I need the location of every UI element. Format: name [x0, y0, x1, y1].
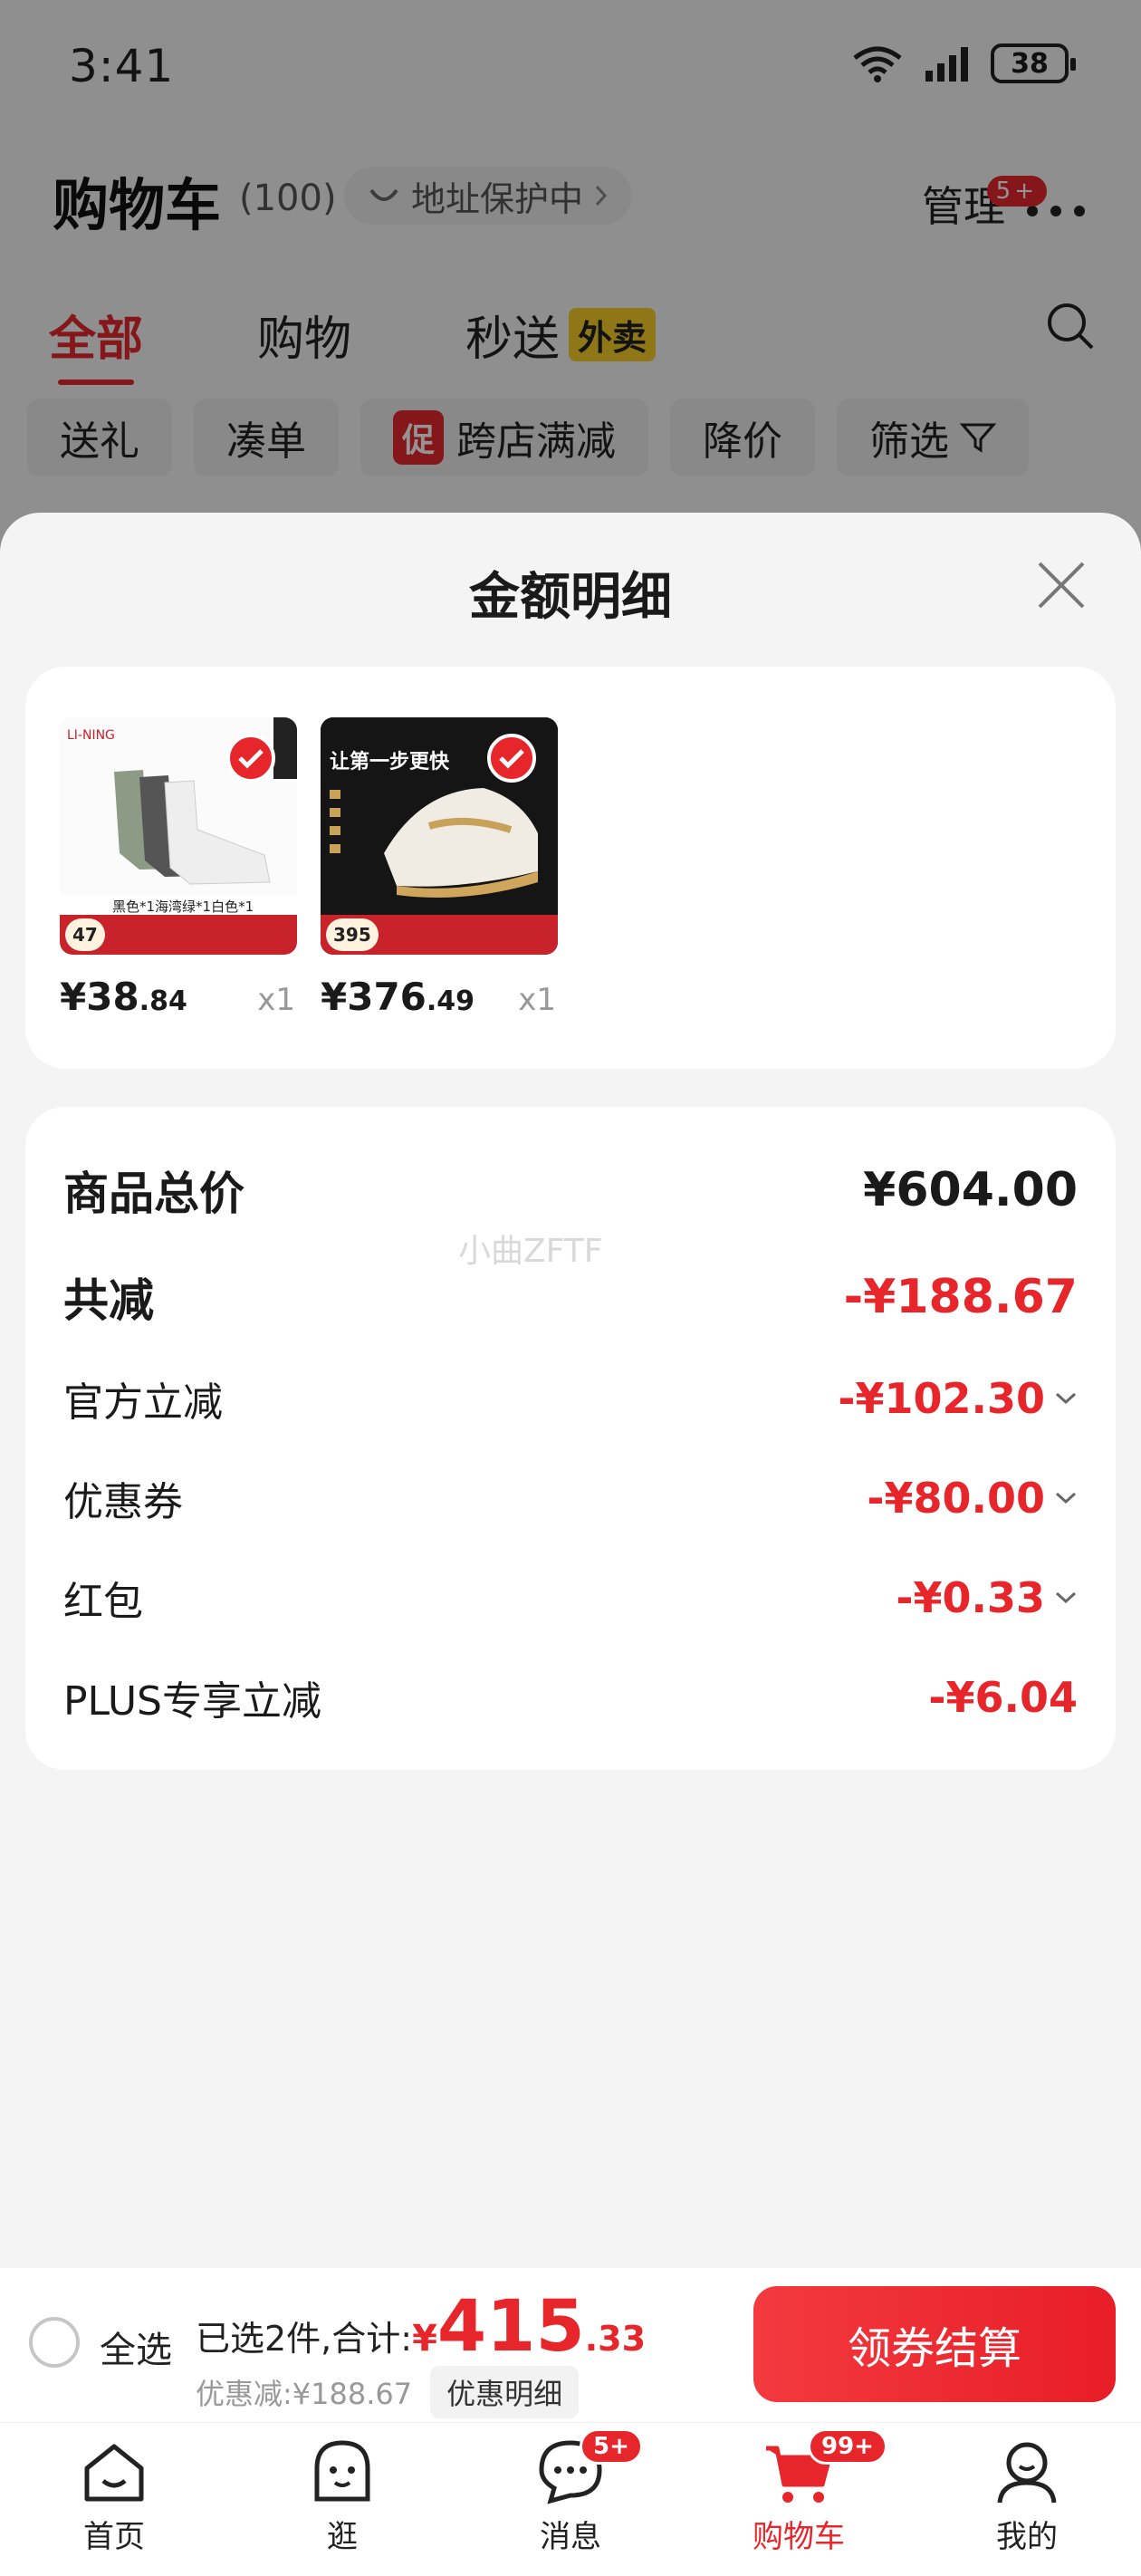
- product-price-row: ¥38.84 x1: [60, 975, 297, 1019]
- thumbnail-price: 47: [65, 918, 105, 951]
- nav-profile-label: 我的: [996, 2519, 1058, 2555]
- messages-badge: 5+: [580, 2428, 643, 2465]
- coupon-label: 优惠券: [63, 1479, 183, 1525]
- home-icon: [78, 2436, 150, 2508]
- total-amount: ¥415.33: [412, 2286, 646, 2368]
- product-thumbnail-socks: LI-NING 黑色*1海湾绿*1白色*1 47: [60, 717, 297, 955]
- total-decimal: .33: [584, 2319, 647, 2359]
- nav-cart[interactable]: 99+ 购物车: [717, 2428, 887, 2556]
- close-button[interactable]: [1034, 558, 1088, 612]
- official-discount-value: -¥102.30: [838, 1374, 1078, 1423]
- discount-detail-button[interactable]: 优惠明细: [430, 2366, 580, 2418]
- chevron-down-icon: [1055, 1591, 1077, 1604]
- total-discount-value: -¥188.67: [843, 1270, 1078, 1324]
- nav-home-label: 首页: [83, 2519, 145, 2555]
- nav-messages-label: 消息: [540, 2519, 601, 2555]
- chevron-down-icon: [1055, 1392, 1077, 1405]
- svg-text:黑色*1海湾绿*1白色*1: 黑色*1海湾绿*1白色*1: [112, 899, 254, 915]
- product-quantity: x1: [257, 982, 295, 1018]
- product-item[interactable]: LI-NING 黑色*1海湾绿*1白色*1 47 ¥38.84 x1: [60, 717, 297, 1019]
- cart-page-background: 3:41 38 购物车 (100) 地址保护中 管理 5+ 全部 购物 秒送 外…: [0, 0, 1141, 562]
- product-item[interactable]: 让第一步更快 395 ¥376.49 x1: [321, 717, 558, 1019]
- red-packet-label: 红包: [63, 1579, 143, 1625]
- check-icon: [238, 749, 264, 769]
- svg-text:让第一步更快: 让第一步更快: [330, 750, 450, 774]
- product-price: ¥38.84: [60, 975, 187, 1019]
- close-icon: [1038, 562, 1085, 609]
- nav-browse-label: 逛: [327, 2519, 358, 2555]
- cart-badge: 99+: [808, 2428, 887, 2465]
- profile-icon: [991, 2436, 1063, 2508]
- plus-discount-row: PLUS专享立减 -¥6.04: [63, 1668, 1078, 1726]
- svg-text:LI-NING: LI-NING: [67, 728, 115, 743]
- price-decimal: .49: [426, 985, 475, 1017]
- selected-count-text: 已选2件,合计:: [196, 2319, 413, 2359]
- amount-detail-sheet: 金额明细 LI-NING 黑色*1海湾绿*1白色*1 47 ¥38.84 x1 …: [0, 513, 1141, 2576]
- selected-check[interactable]: [226, 734, 275, 783]
- products-card: LI-NING 黑色*1海湾绿*1白色*1 47 ¥38.84 x1 让第一步更…: [25, 667, 1116, 1069]
- discount-line: 优惠减:¥188.67 优惠明细: [196, 2366, 580, 2418]
- total-currency: ¥: [412, 2318, 437, 2360]
- checkout-bar: 全选 已选2件,合计: ¥415.33 优惠减:¥188.67 优惠明细 领券结…: [0, 2268, 1141, 2422]
- discount-text: 优惠减:¥188.67: [196, 2377, 413, 2411]
- product-price: ¥376.49: [321, 975, 475, 1019]
- red-packet-amount: -¥0.33: [896, 1573, 1045, 1622]
- price-integer: ¥376: [321, 975, 427, 1019]
- nav-cart-label: 购物车: [753, 2519, 845, 2555]
- browse-icon: [306, 2436, 379, 2508]
- cart-icon: 99+: [762, 2428, 887, 2508]
- message-icon: 5+: [534, 2428, 643, 2508]
- product-price-row: ¥376.49 x1: [321, 975, 558, 1019]
- total-price-row: 商品总价 ¥604.00: [63, 1158, 1078, 1223]
- selected-summary: 已选2件,合计: ¥415.33: [196, 2286, 646, 2368]
- select-all-radio[interactable]: [29, 2317, 80, 2368]
- official-discount-amount: -¥102.30: [838, 1374, 1045, 1423]
- nav-browse[interactable]: 逛: [261, 2436, 424, 2556]
- checkout-button[interactable]: 领券结算: [753, 2286, 1116, 2402]
- official-discount-row[interactable]: 官方立减 -¥102.30: [63, 1370, 1078, 1427]
- plus-discount-label: PLUS专享立减: [63, 1678, 321, 1725]
- total-integer: 415: [436, 2286, 585, 2368]
- total-discount-label: 共减: [63, 1274, 154, 1327]
- total-price-value: ¥604.00: [863, 1163, 1078, 1217]
- price-integer: ¥38: [60, 975, 139, 1019]
- plus-discount-value: -¥6.04: [928, 1673, 1078, 1722]
- thumbnail-price: 395: [326, 918, 379, 951]
- check-icon: [499, 749, 524, 769]
- price-decimal: .84: [139, 985, 187, 1017]
- coupon-value: -¥80.00: [867, 1474, 1078, 1523]
- product-thumbnail-shoes: 让第一步更快 395: [321, 717, 558, 955]
- total-price-label: 商品总价: [63, 1168, 244, 1220]
- sheet-title: 金额明细: [469, 568, 672, 627]
- nav-profile[interactable]: 我的: [945, 2436, 1108, 2556]
- coupon-amount: -¥80.00: [867, 1474, 1045, 1523]
- coupon-row[interactable]: 优惠券 -¥80.00: [63, 1469, 1078, 1527]
- modal-overlay[interactable]: [0, 0, 1141, 562]
- bottom-navigation: 首页 逛 5+ 消息 99+ 购物车 我的: [0, 2422, 1141, 2576]
- red-packet-row[interactable]: 红包 -¥0.33: [63, 1569, 1078, 1627]
- selected-check[interactable]: [487, 734, 536, 783]
- product-quantity: x1: [518, 982, 556, 1018]
- total-discount-row: 共减 -¥188.67: [63, 1264, 1078, 1330]
- price-summary-card: 小曲ZFTF 商品总价 ¥604.00 共减 -¥188.67 官方立减 -¥1…: [25, 1107, 1116, 1770]
- nav-messages[interactable]: 5+ 消息: [489, 2428, 652, 2556]
- nav-home[interactable]: 首页: [33, 2436, 196, 2556]
- red-packet-value: -¥0.33: [896, 1573, 1078, 1622]
- select-all-label[interactable]: 全选: [100, 2321, 172, 2373]
- official-discount-label: 官方立减: [63, 1379, 223, 1426]
- chevron-down-icon: [1055, 1492, 1077, 1504]
